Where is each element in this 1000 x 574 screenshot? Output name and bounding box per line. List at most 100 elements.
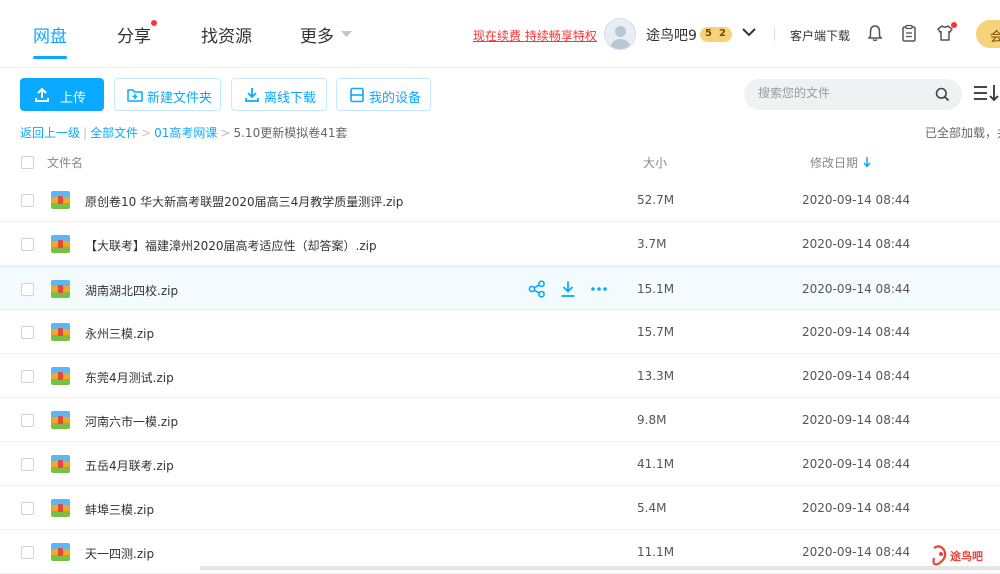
file-date: 2020-09-14 08:44 — [802, 282, 911, 296]
file-name[interactable]: 永州三模.zip — [85, 325, 154, 342]
row-checkbox[interactable] — [21, 546, 34, 559]
table-row[interactable]: 河南六市一模.zip 9.8M 2020-09-14 08:44 — [0, 398, 1000, 442]
file-size: 3.7M — [637, 237, 667, 251]
file-size: 11.1M — [637, 545, 675, 559]
file-size: 52.7M — [637, 193, 675, 207]
breadcrumb-separator: > — [141, 126, 152, 140]
file-list: 原创卷10 华大新高考联盟2020届高三4月教学质量测评.zip 52.7M 2… — [0, 178, 1000, 574]
nav-tab-find-resources[interactable]: 找资源 — [201, 22, 252, 47]
offline-download-button[interactable]: 离线下载 — [231, 78, 327, 111]
column-header-size[interactable]: 大小 — [643, 154, 667, 171]
table-row[interactable]: 五岳4月联考.zip 41.1M 2020-09-14 08:44 — [0, 442, 1000, 486]
zip-file-icon — [51, 499, 70, 517]
download-icon[interactable] — [559, 280, 577, 298]
file-name[interactable]: 河南六市一模.zip — [85, 413, 178, 430]
upload-label: 上传 — [60, 91, 87, 106]
file-name[interactable]: 原创卷10 华大新高考联盟2020届高三4月教学质量测评.zip — [85, 193, 403, 210]
row-checkbox[interactable] — [21, 283, 34, 296]
row-checkbox[interactable] — [21, 414, 34, 427]
vip-sublevel: 2 — [719, 28, 726, 39]
breadcrumb-folder[interactable]: 01高考网课 — [154, 126, 217, 140]
file-name[interactable]: 蚌埠三模.zip — [85, 501, 154, 518]
table-row[interactable]: 湖南湖北四校.zip 15.1M 2020-09-14 08:44 — [0, 266, 1000, 310]
zip-file-icon — [51, 235, 70, 253]
nav-tab-more[interactable]: 更多 — [300, 22, 334, 47]
table-row[interactable]: 原创卷10 华大新高考联盟2020届高三4月教学质量测评.zip 52.7M 2… — [0, 178, 1000, 222]
select-all-checkbox[interactable] — [21, 156, 34, 169]
my-devices-label: 我的设备 — [369, 91, 422, 106]
row-checkbox[interactable] — [21, 194, 34, 207]
file-size: 13.3M — [637, 369, 675, 383]
avatar[interactable] — [604, 18, 636, 50]
bell-icon[interactable] — [866, 24, 884, 42]
client-download-link[interactable]: 客户端下载 — [790, 27, 850, 44]
search-icon[interactable] — [935, 87, 950, 102]
file-date: 2020-09-14 08:44 — [802, 237, 911, 251]
file-name[interactable]: 【大联考】福建漳州2020届高考适应性（却答案）.zip — [85, 237, 377, 254]
active-tab-indicator — [33, 56, 67, 59]
file-date: 2020-09-14 08:44 — [802, 413, 911, 427]
nav-tab-share[interactable]: 分享 — [117, 22, 151, 47]
nav-tab-netdisk[interactable]: 网盘 — [33, 22, 67, 47]
zip-file-icon — [51, 280, 70, 298]
notification-dot — [151, 20, 157, 26]
file-size: 15.7M — [637, 325, 675, 339]
username[interactable]: 途鸟吧9 — [646, 25, 697, 45]
member-button[interactable]: 会 — [976, 20, 1000, 48]
row-checkbox[interactable] — [21, 502, 34, 515]
share-icon[interactable] — [528, 280, 546, 298]
vip-badge: 5 2 — [700, 27, 732, 42]
upload-button[interactable]: 上传 — [20, 78, 104, 111]
renew-promo-link[interactable]: 现在续费 持续畅享特权 — [473, 27, 597, 44]
row-checkbox[interactable] — [21, 370, 34, 383]
column-header-date[interactable]: 修改日期 — [810, 154, 858, 171]
file-date: 2020-09-14 08:44 — [802, 369, 911, 383]
upload-icon — [35, 87, 49, 102]
breadcrumb-back-link[interactable]: 返回上一级 — [20, 126, 80, 140]
zip-file-icon — [51, 411, 70, 429]
breadcrumb-divider: | — [83, 126, 88, 140]
chevron-down-icon[interactable] — [742, 28, 756, 38]
my-devices-button[interactable]: 我的设备 — [336, 78, 431, 111]
table-row[interactable]: 蚌埠三模.zip 5.4M 2020-09-14 08:44 — [0, 486, 1000, 530]
file-date: 2020-09-14 08:44 — [802, 325, 911, 339]
file-date: 2020-09-14 08:44 — [802, 193, 911, 207]
zip-file-icon — [51, 367, 70, 385]
device-icon — [350, 87, 364, 103]
vip-level: 5 — [705, 28, 712, 39]
table-header: 文件名 大小 修改日期 — [0, 146, 1000, 178]
file-size: 5.4M — [637, 501, 667, 515]
row-checkbox[interactable] — [21, 238, 34, 251]
zip-file-icon — [51, 191, 70, 209]
breadcrumb: 返回上一级 | 全部文件 >01高考网课 >5.10更新模拟卷41套 — [20, 124, 347, 141]
folder-plus-icon — [127, 89, 143, 102]
notification-dot — [951, 22, 957, 28]
file-date: 2020-09-14 08:44 — [802, 457, 911, 471]
column-header-name[interactable]: 文件名 — [47, 154, 83, 171]
sort-view-icon[interactable] — [973, 84, 1000, 102]
zip-file-icon — [51, 455, 70, 473]
new-folder-button[interactable]: 新建文件夹 — [114, 78, 221, 111]
breadcrumb-all-files[interactable]: 全部文件 — [90, 126, 138, 140]
sort-desc-icon[interactable] — [863, 157, 871, 168]
more-icon[interactable] — [590, 280, 608, 298]
search-input[interactable] — [758, 86, 928, 100]
file-name[interactable]: 五岳4月联考.zip — [85, 457, 174, 474]
member-label: 会 — [990, 30, 1000, 45]
caret-down-icon[interactable] — [341, 31, 352, 38]
table-row[interactable]: 东莞4月测试.zip 13.3M 2020-09-14 08:44 — [0, 354, 1000, 398]
file-size: 41.1M — [637, 457, 675, 471]
row-checkbox[interactable] — [21, 326, 34, 339]
horizontal-scrollbar[interactable] — [200, 566, 1000, 570]
file-name[interactable]: 天一四测.zip — [85, 545, 154, 562]
file-name[interactable]: 湖南湖北四校.zip — [85, 282, 178, 299]
file-size: 15.1M — [637, 282, 675, 296]
table-row[interactable]: 【大联考】福建漳州2020届高考适应性（却答案）.zip 3.7M 2020-0… — [0, 222, 1000, 266]
row-checkbox[interactable] — [21, 458, 34, 471]
clipboard-icon[interactable] — [900, 24, 918, 42]
file-name[interactable]: 东莞4月测试.zip — [85, 369, 174, 386]
new-folder-label: 新建文件夹 — [147, 91, 213, 106]
table-row[interactable]: 永州三模.zip 15.7M 2020-09-14 08:44 — [0, 310, 1000, 354]
search-box — [744, 79, 962, 110]
file-date: 2020-09-14 08:44 — [802, 545, 911, 559]
